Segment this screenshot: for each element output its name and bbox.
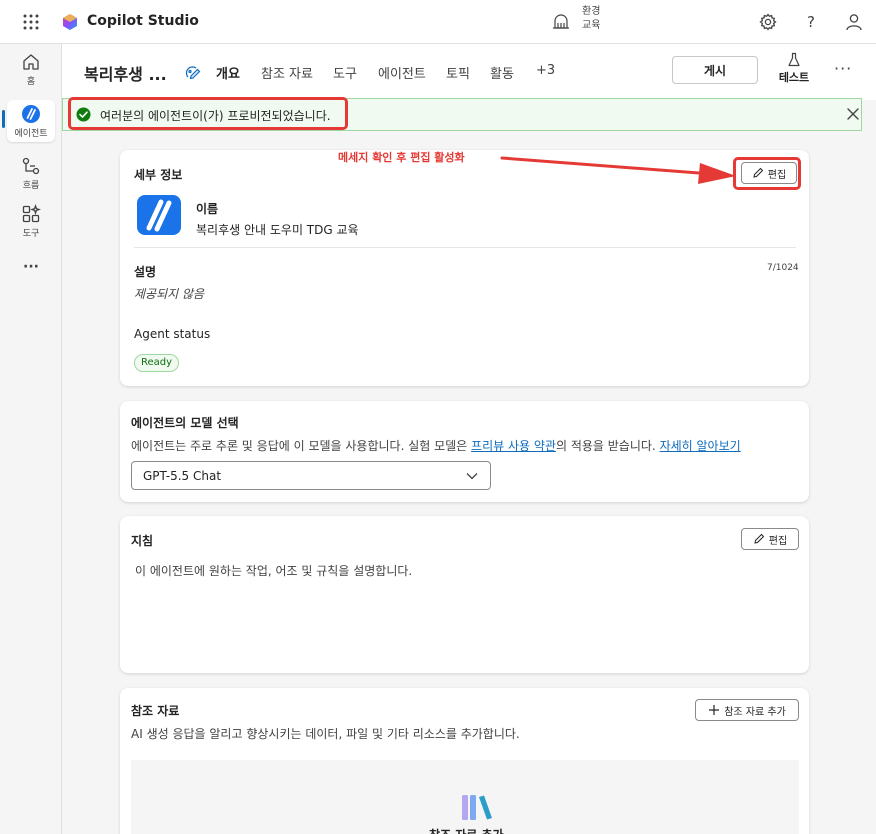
description-label: 설명: [134, 265, 157, 279]
annotation-arrow-icon: [500, 156, 736, 184]
add-knowledge-button[interactable]: 참조 자료 추가: [695, 699, 799, 721]
model-card: 에이전트의 모델 선택 에이전트는 주로 추론 및 응답에 이 모델을 사용합니…: [120, 401, 809, 502]
test-label: 테스트: [778, 71, 810, 84]
model-description: 에이전트는 주로 추론 및 응답에 이 모델을 사용합니다. 실험 모델은 프리…: [131, 437, 741, 454]
help-icon[interactable]: ?: [801, 12, 821, 32]
agent-name-title: 복리후생 ...: [84, 65, 167, 84]
details-title: 세부 정보: [134, 168, 183, 182]
account-icon[interactable]: [844, 12, 864, 32]
instructions-edit-button[interactable]: 편집: [741, 528, 799, 550]
model-title: 에이전트의 모델 선택: [131, 416, 239, 430]
test-button[interactable]: 테스트: [776, 52, 812, 85]
success-banner: 여러분의 에이전트이(가) 프로비전되었습니다.: [62, 98, 862, 131]
nav-item-agents[interactable]: 에이전트: [0, 104, 62, 139]
home-icon: [23, 54, 39, 70]
close-icon[interactable]: [846, 107, 860, 121]
nav-label-tools: 도구: [22, 229, 40, 239]
preview-terms-link[interactable]: 프리뷰 사용 약관: [471, 439, 556, 453]
knowledge-description: AI 생성 응답을 알리고 향상시키는 데이터, 파일 및 기타 리소스를 추가…: [131, 727, 520, 741]
header-more-button[interactable]: ···: [834, 59, 852, 78]
model-desc-text: 에이전트는 주로 추론 및 응답에 이 모델을 사용합니다. 실험 모델은: [131, 439, 472, 453]
plus-icon: [709, 705, 720, 715]
name-value: 복리후생 안내 도우미 TDG 교육: [196, 223, 359, 237]
tab-overview[interactable]: 개요: [216, 63, 240, 82]
knowledge-card: 참조 자료 참조 자료 추가 AI 생성 응답을 알리고 향상시키는 데이터, …: [120, 688, 809, 834]
publish-button[interactable]: 게시: [672, 56, 758, 84]
nav-item-tools[interactable]: 도구: [0, 204, 62, 239]
instructions-card: 지침 편집 이 에이전트에 원하는 작업, 어조 및 규칙을 설명합니다.: [120, 516, 809, 673]
svg-text:?: ?: [807, 13, 815, 31]
tab-topics[interactable]: 토픽: [446, 63, 470, 82]
description-char-count: 7/1024: [767, 263, 799, 273]
agent-header: 복리후생 ... 개요 참조 자료 도구 에이전트 토픽 활동 +3 게시 테스…: [62, 44, 876, 100]
instructions-edit-label: 편집: [768, 535, 788, 547]
instructions-placeholder[interactable]: 이 에이전트에 원하는 작업, 어조 및 규칙을 설명합니다.: [135, 562, 412, 579]
books-icon: [462, 795, 492, 820]
model-selected-value: GPT-5.5 Chat: [143, 469, 222, 483]
annotation-text: 메세지 확인 후 편집 활성화: [338, 151, 465, 164]
agent-status-label: Agent status: [134, 327, 211, 341]
learn-more-link[interactable]: 자세히 알아보기: [660, 439, 741, 453]
top-bar: Copilot Studio 환경 교육 ?: [0, 0, 876, 44]
nav-label-flows: 흐름: [22, 181, 40, 191]
app-title: Copilot Studio: [87, 13, 199, 29]
success-check-icon: [76, 107, 91, 122]
pencil-icon: [753, 167, 764, 178]
instructions-title: 지침: [131, 534, 154, 548]
nav-item-home[interactable]: 홈: [0, 52, 62, 87]
tools-icon: [22, 204, 41, 223]
details-edit-button[interactable]: 편집: [741, 162, 797, 184]
environment-name: 교육: [582, 20, 601, 31]
nav-item-flows[interactable]: 흐름: [0, 156, 62, 191]
model-desc-middle: 의 적용을 받습니다.: [555, 439, 660, 453]
agent-icon-edit-icon[interactable]: [184, 63, 202, 81]
agent-logo-icon: [137, 195, 181, 235]
tab-more[interactable]: +3: [536, 63, 555, 78]
chevron-down-icon: [466, 473, 478, 480]
nav-label-home: 홈: [26, 77, 36, 87]
status-badge: Ready: [134, 354, 180, 372]
empty-state-label: 참조 자료 추가: [429, 826, 504, 834]
tab-knowledge[interactable]: 참조 자료: [261, 63, 313, 82]
flask-icon: [788, 52, 800, 67]
flow-icon: [22, 157, 40, 175]
description-value: 제공되지 않음: [134, 287, 205, 301]
model-select[interactable]: GPT-5.5 Chat: [131, 461, 491, 490]
tab-activity[interactable]: 활동: [490, 63, 514, 82]
knowledge-empty-state[interactable]: 참조 자료 추가: [131, 760, 799, 834]
environment-icon: [553, 14, 569, 29]
knowledge-title: 참조 자료: [131, 704, 180, 718]
add-knowledge-label: 참조 자료 추가: [724, 706, 786, 718]
app-launcher-icon[interactable]: [22, 13, 40, 31]
tab-tools[interactable]: 도구: [333, 63, 357, 82]
details-divider: [134, 247, 796, 248]
details-edit-label: 편집: [767, 169, 787, 181]
left-navigation: 홈 에이전트 흐름 도구 ···: [0, 44, 62, 834]
pencil-icon: [754, 533, 765, 544]
tab-agents[interactable]: 에이전트: [378, 63, 426, 82]
settings-gear-icon[interactable]: [758, 12, 778, 32]
copilot-logo-icon: [63, 14, 77, 30]
name-label: 이름: [196, 202, 219, 216]
nav-label-agents: 에이전트: [14, 129, 48, 139]
environment-label: 환경: [582, 6, 601, 17]
nav-more-button[interactable]: ···: [0, 259, 62, 275]
banner-message: 여러분의 에이전트이(가) 프로비전되었습니다.: [100, 109, 331, 123]
agent-icon: [22, 105, 40, 123]
